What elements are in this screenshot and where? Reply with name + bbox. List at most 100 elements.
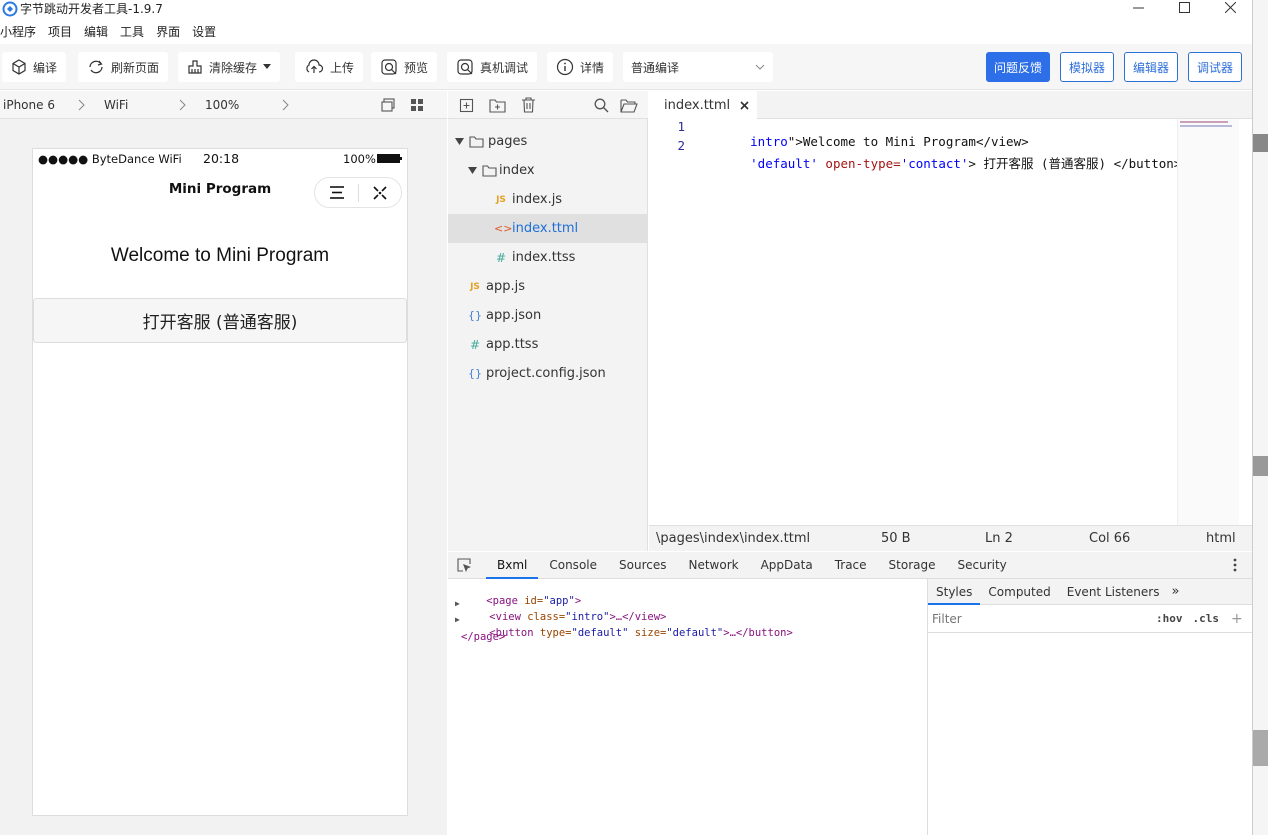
menu-icon[interactable] [330,186,344,199]
network-select[interactable]: WiFi [104,98,179,112]
code-file-icon: <> [494,222,513,235]
styles-tab-computed[interactable]: Computed [980,579,1058,605]
devtools-tab-bxml[interactable]: Bxml [486,552,539,579]
devtools-tab-appdata[interactable]: AppData [750,552,824,579]
tree-file-index-ttss[interactable]: # index.ttss [448,243,647,272]
simulator-toggle-button[interactable]: 模拟器 [1060,52,1114,82]
close-button[interactable] [1207,0,1253,14]
folder-icon [482,164,497,177]
real-debug-button[interactable]: 真机调试 [447,52,538,82]
cube-icon [12,59,26,75]
close-icon [1224,1,1236,13]
cursor-line: Ln 2 [985,531,1013,546]
tree-folder-pages[interactable]: pages [448,127,647,156]
dom-node-page-close[interactable]: </page> [461,631,505,643]
tree-item-label: pages [488,134,528,149]
devtools-tab-trace[interactable]: Trace [824,552,878,579]
hover-state-toggle[interactable]: :hov [1156,612,1183,625]
tree-file-app-ttss[interactable]: # app.ttss [448,330,647,359]
clear-cache-button[interactable]: 清除缓存 [178,52,281,82]
tree-folder-index[interactable]: index [448,156,647,185]
maximize-button[interactable] [1161,0,1207,14]
tree-file-project-config[interactable]: {} project.config.json [448,359,647,388]
more-tabs-icon[interactable]: » [1171,584,1179,599]
tree-file-app-js[interactable]: JS app.js [448,272,647,301]
feedback-button[interactable]: 问题反馈 [986,52,1050,82]
add-rule-icon[interactable]: + [1231,611,1243,627]
file-size: 50 B [881,531,911,546]
tree-file-app-json[interactable]: {} app.json [448,301,647,330]
code-token: > 打开客服 (普通客服) </button> [968,156,1182,171]
trash-icon[interactable] [521,97,536,113]
class-toggle[interactable]: .cls [1193,612,1220,625]
line-number: 2 [677,138,685,153]
menu-project[interactable]: 项目 [48,22,78,42]
close-miniprogram-icon[interactable] [373,186,387,200]
expand-triangle-icon[interactable]: ▶ [455,599,460,608]
devtools-tab-storage[interactable]: Storage [878,552,947,579]
styles-panel: Styles Computed Event Listeners » :hov .… [927,579,1253,835]
chevron-right-icon [282,99,289,110]
expand-triangle-icon[interactable]: ▶ [455,615,460,624]
dom-token: type= [533,627,572,639]
grid-icon[interactable] [410,98,424,112]
dom-token: size= [628,627,667,639]
refresh-icon [89,60,103,74]
tree-file-index-ttml[interactable]: <> index.ttml [448,214,647,243]
menu-miniprogram[interactable]: 小程序 [0,22,42,42]
compile-mode-select[interactable]: 普通编译 [623,52,773,82]
editor-toggle-button[interactable]: 编辑器 [1124,52,1178,82]
new-file-icon[interactable] [459,98,474,113]
simulator-footer [0,826,447,835]
inspect-element-icon[interactable] [457,557,472,573]
code-editor[interactable]: 1 intro">Welcome to Mini Program</view> … [649,119,1181,525]
devtools-tab-security[interactable]: Security [946,552,1017,579]
cursor-col: Col 66 [1089,531,1131,546]
devtools-tab-sources[interactable]: Sources [608,552,677,579]
menu-edit[interactable]: 编辑 [84,22,114,42]
device-debug-icon [457,59,473,75]
explorer-toolbar [448,91,648,119]
close-tab-icon[interactable] [740,100,749,110]
styles-tab-event-listeners[interactable]: Event Listeners [1059,579,1168,605]
menu-tools[interactable]: 工具 [120,22,150,42]
preview-button[interactable]: 预览 [371,52,438,82]
styles-tab-styles[interactable]: Styles [928,579,981,605]
editor-status-bar: \pages\index\index.ttml 50 B Ln 2 Col 66… [649,525,1252,551]
refresh-label: 刷新页面 [111,60,160,75]
zoom-select[interactable]: 100% [205,98,282,112]
details-button[interactable]: 详情 [547,52,614,82]
json-file-icon: {} [468,309,482,322]
scroll-marker [1253,730,1268,766]
code-line: 2 'default' open-type='contact'> 打开客服 (普… [649,138,1181,171]
refresh-button[interactable]: 刷新页面 [78,52,169,82]
search-icon[interactable] [594,98,609,113]
js-file-icon: JS [496,194,506,205]
editor-tab-index-ttml[interactable]: index.ttml [649,91,757,119]
title-bar: 字节跳动开发者工具-1.9.7 [0,0,1252,22]
file-path: \pages\index\index.ttml [656,531,811,546]
new-folder-icon[interactable] [489,98,506,113]
upload-button[interactable]: 上传 [295,52,364,82]
window-copy-icon[interactable] [380,97,396,113]
styles-tab-bar: Styles Computed Event Listeners » [928,579,1253,605]
open-folder-icon[interactable] [620,98,638,113]
debugger-toggle-button[interactable]: 调试器 [1188,52,1242,82]
chevron-right-icon [179,99,186,110]
more-options-icon[interactable] [1233,558,1237,572]
devtools-tab-console[interactable]: Console [538,552,608,579]
minimize-button[interactable] [1115,0,1161,14]
styles-filter-input[interactable] [932,608,1148,629]
menu-interface[interactable]: 界面 [156,22,186,42]
tree-item-label: app.js [486,279,525,294]
json-file-icon: {} [468,367,482,380]
language-mode[interactable]: html [1206,531,1236,546]
tree-file-index-js[interactable]: JS index.js [448,185,647,214]
open-contact-button[interactable]: 打开客服 (普通客服) [33,298,407,343]
device-select[interactable]: iPhone 6 [3,98,78,112]
editor-minimap[interactable] [1177,119,1239,525]
dom-node-button[interactable]: ▶ <button type="default" size="default">…… [455,615,793,651]
compile-button[interactable]: 编译 [2,52,67,82]
devtools-tab-network[interactable]: Network [677,552,749,579]
menu-settings[interactable]: 设置 [192,22,222,42]
